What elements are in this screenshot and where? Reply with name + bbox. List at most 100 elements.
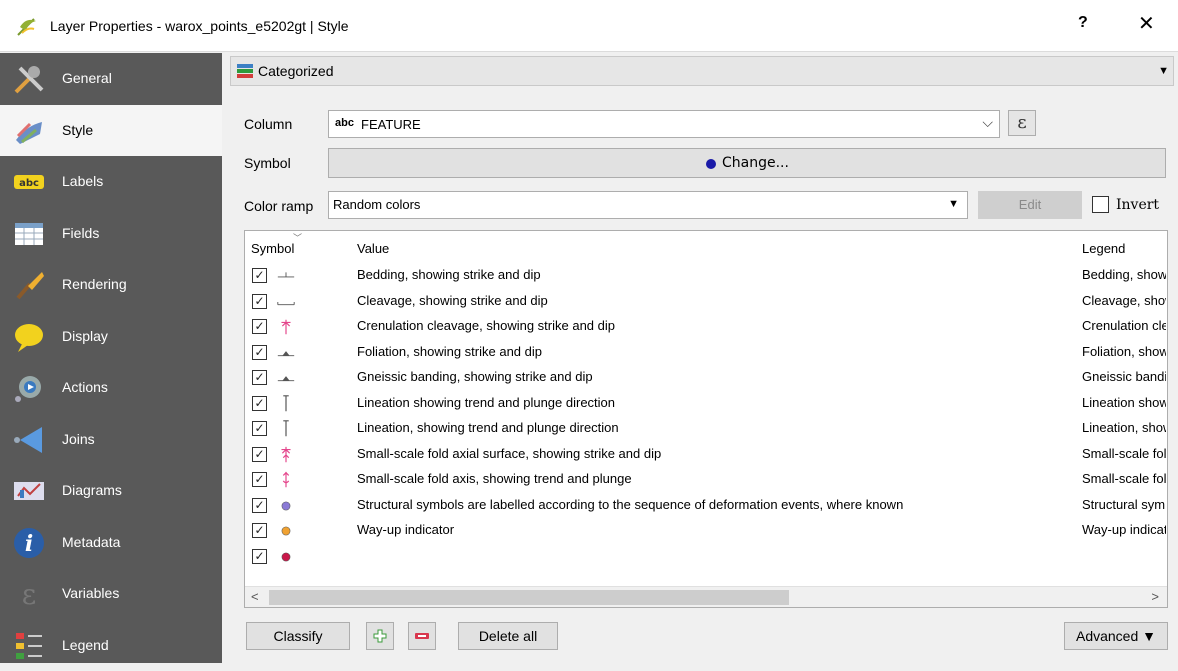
advanced-button[interactable]: Advanced ▼ (1064, 622, 1168, 650)
delete-all-button[interactable]: Delete all (458, 622, 558, 650)
scroll-left-icon[interactable]: < (251, 589, 259, 604)
cleavage-symbol-icon[interactable] (275, 292, 297, 312)
lineation-symbol-icon[interactable] (275, 419, 297, 439)
category-legend[interactable]: Bedding, showing strike and dip (1082, 267, 1166, 282)
expression-button[interactable]: ε (1008, 110, 1036, 136)
category-checkbox[interactable]: ✓ (252, 370, 267, 385)
table-row[interactable]: ✓ Bedding, showing strike and dip Bedding,… (245, 263, 1167, 289)
table-row[interactable]: ✓ Gneissic banding, showing strike and di… (245, 365, 1167, 391)
scroll-right-icon[interactable]: > (1151, 589, 1159, 604)
help-button[interactable]: ? (1078, 14, 1088, 32)
category-checkbox[interactable]: ✓ (252, 548, 267, 564)
dropdown-arrow-icon: ▼ (1158, 65, 1169, 77)
table-row[interactable]: ✓ (245, 544, 1167, 570)
category-checkbox[interactable]: ✓ (252, 497, 267, 513)
sidebar-item-fields[interactable]: Fields (0, 208, 222, 259)
sidebar-item-labels[interactable]: abc Labels (0, 156, 222, 207)
category-checkbox[interactable]: ✓ (252, 395, 267, 411)
sidebar-item-label: Variables (62, 585, 120, 601)
column-value: FEATURE (361, 117, 421, 132)
sidebar-item-metadata[interactable]: i Metadata (0, 517, 222, 568)
classify-button[interactable]: Classify (246, 622, 350, 650)
category-legend[interactable]: Crenulation cleavage, showing strike and… (1082, 318, 1166, 333)
dot-symbol-icon[interactable] (275, 521, 297, 541)
category-legend[interactable]: Way-up indicator (1082, 522, 1166, 537)
sidebar-item-actions[interactable]: Actions (0, 362, 222, 413)
add-category-button[interactable] (366, 622, 394, 650)
crenulation-symbol-icon[interactable] (275, 317, 297, 337)
category-value[interactable]: Gneissic banding, showing strike and dip (357, 369, 593, 384)
category-legend[interactable]: Foliation, showing strike and dip (1082, 344, 1166, 359)
table-row[interactable]: ✓ Cleavage, showing strike and dip Cleavag… (245, 289, 1167, 315)
sidebar-item-joins[interactable]: Joins (0, 414, 222, 465)
column-select[interactable]: abc FEATURE ⌵ (328, 110, 1000, 138)
color-ramp-value: Random colors (333, 197, 421, 212)
category-legend[interactable]: Cleavage, showing strike and dip (1082, 293, 1166, 308)
category-checkbox[interactable]: ✓ (252, 268, 267, 283)
category-checkbox[interactable]: ✓ (252, 421, 267, 436)
category-value[interactable]: Crenulation cleavage, showing strike and… (357, 318, 615, 333)
sidebar-item-style[interactable]: Style (0, 104, 222, 156)
category-legend[interactable]: Small-scale fold axial surface, showing … (1082, 446, 1166, 461)
close-button[interactable]: ✕ (1138, 11, 1155, 36)
table-row[interactable]: ✓ Small-scale fold axial surface, showing… (245, 442, 1167, 468)
table-row[interactable]: ✓ Foliation, showing strike and dip Foliat… (245, 340, 1167, 366)
header-value[interactable]: Value (357, 241, 389, 256)
fields-icon (15, 222, 43, 245)
category-legend[interactable]: Small-scale fold axis, showing trend and… (1082, 471, 1166, 486)
category-value[interactable]: Lineation showing trend and plunge direc… (357, 395, 615, 410)
category-checkbox[interactable]: ✓ (252, 472, 267, 487)
fold-axis-symbol-icon[interactable] (275, 470, 297, 490)
invert-label: Invert (1116, 197, 1160, 213)
header-legend[interactable]: Legend (1082, 241, 1125, 256)
category-checkbox[interactable]: ✓ (252, 319, 267, 334)
sidebar-item-display[interactable]: Display (0, 311, 222, 362)
category-checkbox[interactable]: ✓ (252, 344, 267, 360)
table-row[interactable]: ✓ Structural symbols are labelled accordi… (245, 493, 1167, 519)
foliation-symbol-icon[interactable] (275, 368, 297, 388)
sidebar-item-diagrams[interactable]: Diagrams (0, 465, 222, 516)
category-value[interactable]: Way-up indicator (357, 522, 454, 537)
edit-ramp-button[interactable]: Edit (978, 191, 1082, 219)
sidebar-item-label: Style (62, 121, 94, 138)
table-row[interactable]: ✓ Way-up indicator Way-up indicator (245, 518, 1167, 544)
table-row[interactable]: ✓ Small-scale fold axis, showing trend an… (245, 467, 1167, 493)
symbol-preview-icon (706, 159, 716, 169)
category-legend[interactable]: Structural symbols are labelled accordin… (1082, 497, 1166, 512)
category-checkbox[interactable]: ✓ (252, 523, 267, 538)
table-row[interactable]: ✓ Crenulation cleavage, showing strike an… (245, 314, 1167, 340)
category-legend[interactable]: Gneissic banding, showing strike and dip (1082, 369, 1166, 384)
foliation-symbol-icon[interactable] (275, 343, 297, 363)
remove-category-button[interactable] (408, 622, 436, 650)
category-value[interactable]: Small-scale fold axis, showing trend and… (357, 471, 632, 486)
category-value[interactable]: Bedding, showing strike and dip (357, 267, 541, 282)
sidebar-item-label: Rendering (62, 276, 127, 292)
category-legend[interactable]: Lineation, showing trend and plunge dire… (1082, 420, 1166, 435)
dot-symbol-icon[interactable] (275, 547, 297, 567)
category-checkbox[interactable]: ✓ (252, 293, 267, 309)
table-row[interactable]: ✓ Lineation, showing trend and plunge dir… (245, 416, 1167, 442)
renderer-select[interactable]: Categorized ▼ (230, 56, 1174, 86)
strike-dip-symbol-icon[interactable] (275, 266, 297, 286)
symbol-change-button[interactable]: Change... (328, 148, 1166, 178)
category-value[interactable]: Lineation, showing trend and plunge dire… (357, 420, 619, 435)
categories-table[interactable]: Symbol ﹀ Value Legend ✓ Bedding, showing … (244, 230, 1168, 608)
dot-symbol-icon[interactable] (275, 496, 297, 516)
category-value[interactable]: Small-scale fold axial surface, showing … (357, 446, 661, 461)
sidebar-item-general[interactable]: General (0, 53, 222, 104)
horizontal-scrollbar[interactable]: < > (245, 586, 1167, 607)
color-ramp-select[interactable]: Random colors ▼ (328, 191, 968, 219)
header-symbol[interactable]: Symbol (251, 241, 294, 256)
category-checkbox[interactable]: ✓ (252, 446, 267, 462)
category-value[interactable]: Cleavage, showing strike and dip (357, 293, 548, 308)
sidebar-item-variables[interactable]: ε Variables (0, 568, 222, 619)
dropdown-arrow-icon: ▼ (948, 198, 959, 210)
category-value[interactable]: Structural symbols are labelled accordin… (357, 497, 903, 512)
scroll-thumb[interactable] (269, 590, 789, 605)
category-value[interactable]: Foliation, showing strike and dip (357, 344, 542, 359)
fold-surface-symbol-icon[interactable] (275, 445, 297, 465)
lineation-symbol-icon[interactable] (275, 394, 297, 414)
table-row[interactable]: ✓ Lineation showing trend and plunge dire… (245, 391, 1167, 417)
category-legend[interactable]: Lineation showing trend and plunge direc… (1082, 395, 1166, 410)
sidebar-item-rendering[interactable]: Rendering (0, 259, 222, 310)
